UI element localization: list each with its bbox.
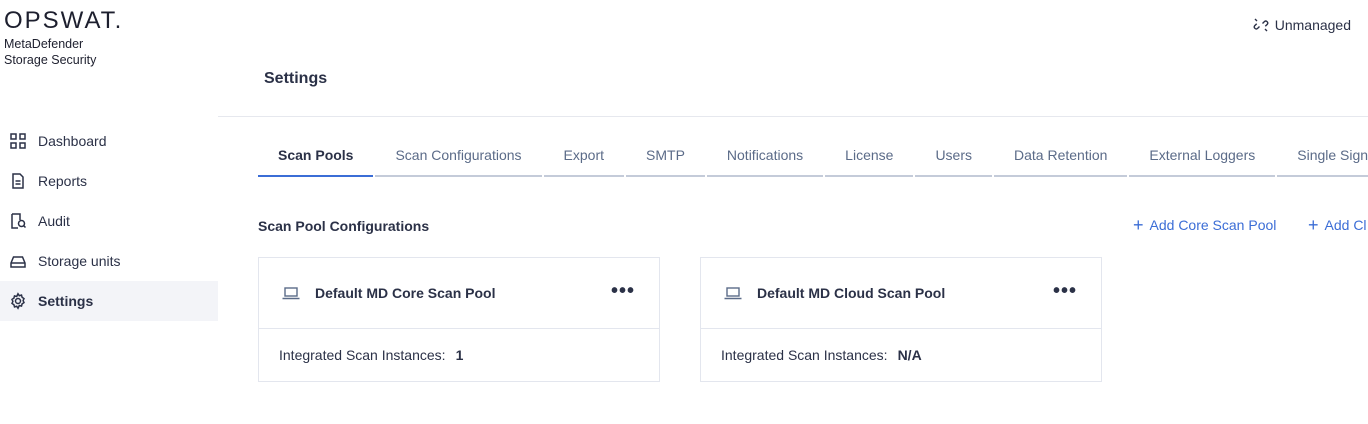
card-title: Default MD Core Scan Pool (315, 285, 496, 301)
tab-license[interactable]: License (825, 133, 914, 177)
sidebar-item-label: Audit (38, 213, 70, 229)
tab-smtp[interactable]: SMTP (626, 133, 705, 177)
page-title: Settings (264, 70, 328, 87)
product-name-line2: Storage Security (4, 53, 97, 67)
laptop-icon (281, 285, 301, 301)
add-cloud-scan-pool-label: Add Cl (1324, 217, 1367, 233)
tab-single-sign-on[interactable]: Single Sign On (1277, 133, 1368, 177)
audit-icon (9, 212, 27, 230)
settings-tabs: Scan Pools Scan Configurations Export SM… (258, 133, 1368, 177)
product-name-line1: MetaDefender (4, 37, 84, 51)
sidebar: OPSWAT. MetaDefender Storage Security Da… (0, 0, 218, 424)
product-name: MetaDefender Storage Security (4, 36, 204, 68)
instances-value: N/A (897, 347, 922, 363)
instances-label: Integrated Scan Instances: (721, 347, 888, 363)
unlink-icon (1253, 17, 1269, 33)
tab-users[interactable]: Users (915, 133, 992, 177)
add-core-scan-pool-label: Add Core Scan Pool (1149, 217, 1277, 233)
unmanaged-status[interactable]: Unmanaged (1253, 15, 1351, 35)
add-core-scan-pool-button[interactable]: + Add Core Scan Pool (1133, 215, 1277, 235)
tab-scan-configurations[interactable]: Scan Configurations (375, 133, 542, 177)
plus-icon: + (1133, 215, 1144, 235)
instances-label: Integrated Scan Instances: (279, 347, 446, 363)
scan-pool-card-core[interactable]: Default MD Core Scan Pool ••• Integrated… (258, 257, 660, 382)
scan-pool-card-cloud[interactable]: Default MD Cloud Scan Pool ••• Integrate… (700, 257, 1102, 382)
sidebar-item-reports[interactable]: Reports (0, 161, 218, 201)
sidebar-item-audit[interactable]: Audit (0, 201, 218, 241)
card-header: Default MD Core Scan Pool ••• (259, 258, 659, 329)
card-body: Integrated Scan Instances: N/A (701, 329, 1101, 381)
sidebar-nav: Dashboard Reports Audit Storage units Se… (0, 121, 218, 321)
card-header: Default MD Cloud Scan Pool ••• (701, 258, 1101, 329)
header-divider (218, 116, 1368, 117)
plus-icon: + (1308, 215, 1319, 235)
sidebar-item-label: Storage units (38, 253, 121, 269)
instances-value: 1 (455, 347, 464, 363)
gear-icon (9, 292, 27, 310)
tab-external-loggers[interactable]: External Loggers (1129, 133, 1276, 177)
opswat-logo[interactable]: OPSWAT. (4, 8, 123, 34)
storage-icon (9, 252, 27, 270)
sidebar-item-label: Reports (38, 173, 88, 189)
tab-export[interactable]: Export (543, 133, 625, 177)
laptop-icon (723, 285, 743, 301)
unmanaged-label: Unmanaged (1274, 17, 1351, 33)
app-root: OPSWAT. MetaDefender Storage Security Da… (0, 0, 1368, 424)
document-icon (9, 172, 27, 190)
more-options-icon[interactable]: ••• (1053, 281, 1077, 301)
sidebar-item-settings[interactable]: Settings (0, 281, 218, 321)
tab-data-retention[interactable]: Data Retention (994, 133, 1128, 177)
sidebar-item-label: Settings (38, 293, 94, 309)
card-body: Integrated Scan Instances: 1 (259, 329, 659, 381)
sidebar-item-dashboard[interactable]: Dashboard (0, 121, 218, 161)
card-title: Default MD Cloud Scan Pool (757, 285, 946, 301)
section-title: Scan Pool Configurations (258, 218, 430, 234)
add-cloud-scan-pool-button[interactable]: + Add Cl (1308, 215, 1367, 235)
dashboard-icon (9, 132, 27, 150)
more-options-icon[interactable]: ••• (611, 281, 635, 301)
sidebar-item-label: Dashboard (38, 133, 107, 149)
tab-scan-pools[interactable]: Scan Pools (258, 133, 374, 177)
tab-notifications[interactable]: Notifications (706, 133, 824, 177)
sidebar-item-storage-units[interactable]: Storage units (0, 241, 218, 281)
